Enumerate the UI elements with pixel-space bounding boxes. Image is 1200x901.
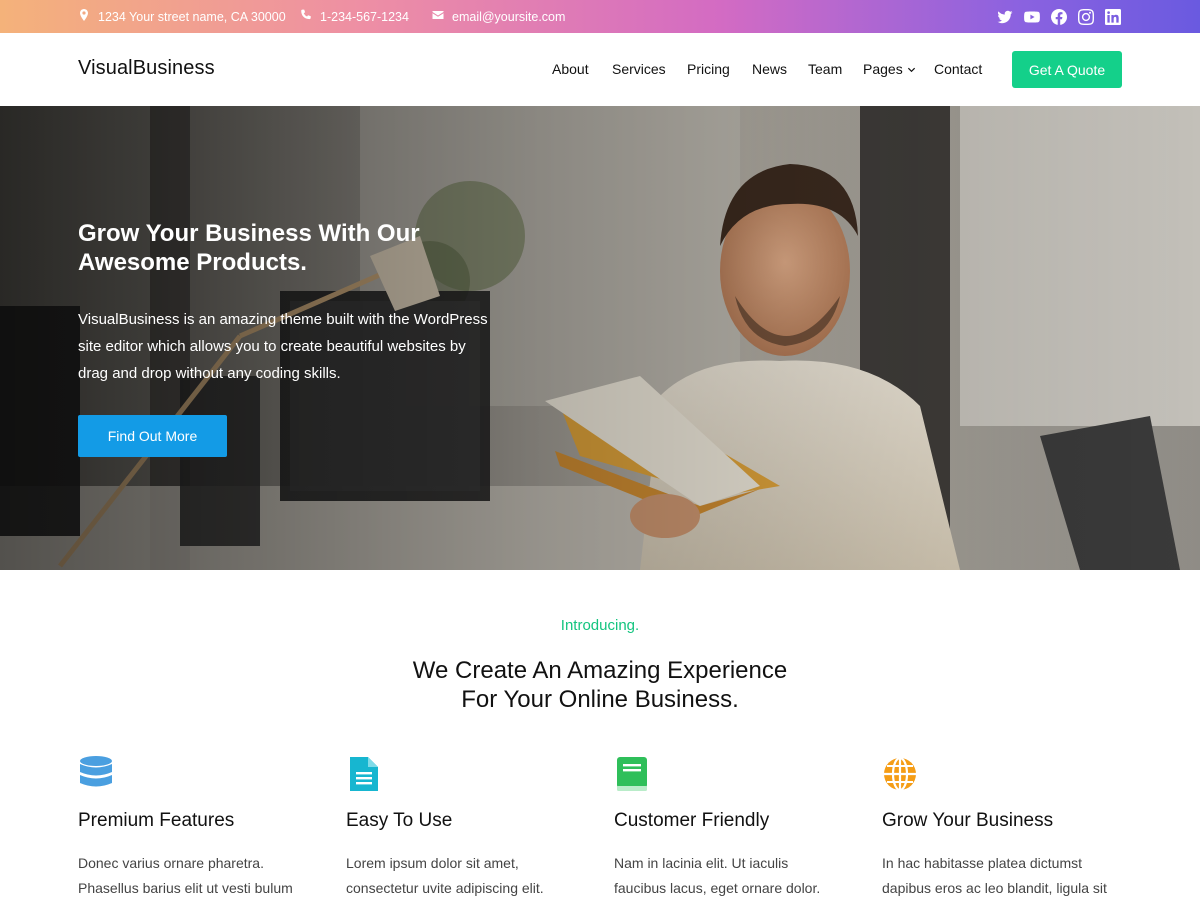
top-bar: 1234 Your street name, CA 30000 1-234-56… bbox=[0, 0, 1200, 33]
hero-title-line1: Grow Your Business With Our bbox=[78, 220, 420, 247]
nav-pages-label: Pages bbox=[863, 61, 903, 77]
hero-section: Grow Your Business With Our Awesome Prod… bbox=[0, 106, 1200, 570]
feature-text-line1: In hac habitasse platea dictumst bbox=[882, 855, 1083, 871]
feature-text-line2: faucibus lacus, eget ornare dolor. bbox=[614, 880, 821, 896]
hero-title: Grow Your Business With Our Awesome Prod… bbox=[78, 219, 498, 277]
intro-title: We Create An Amazing Experience For Your… bbox=[0, 656, 1200, 714]
intro-title-line1: We Create An Amazing Experience bbox=[412, 657, 788, 684]
nav-contact[interactable]: Contact bbox=[934, 61, 982, 77]
instagram-icon[interactable] bbox=[1078, 8, 1094, 25]
book-icon bbox=[614, 755, 650, 793]
feature-text-line2: dapibus eros ac leo blandit, ligula sit bbox=[882, 880, 1107, 896]
feature-title: Customer Friendly bbox=[614, 810, 770, 831]
nav-pages[interactable]: Pages bbox=[863, 61, 916, 77]
intro-title-line2: For Your Online Business. bbox=[461, 686, 739, 713]
feature-premium: Premium Features Donec varius ornare pha… bbox=[78, 755, 328, 896]
email-text[interactable]: email@yoursite.com bbox=[452, 10, 565, 24]
nav-team[interactable]: Team bbox=[808, 61, 842, 77]
feature-easy: Easy To Use Lorem ipsum dolor sit amet, … bbox=[346, 755, 596, 896]
feature-title: Premium Features bbox=[78, 810, 235, 831]
address-info: 1234 Your street name, CA 30000 bbox=[78, 0, 286, 33]
site-logo[interactable]: VisualBusiness bbox=[78, 57, 215, 80]
feature-text-line2: Phasellus barius elit ut vesti bulum bbox=[78, 880, 293, 896]
hero-title-line2: Awesome Products. bbox=[78, 249, 307, 276]
hero-description: VisualBusiness is an amazing theme built… bbox=[78, 306, 518, 387]
chevron-down-icon bbox=[907, 61, 916, 77]
facebook-icon[interactable] bbox=[1051, 8, 1067, 25]
feature-text: Lorem ipsum dolor sit amet, consectetur … bbox=[346, 851, 596, 901]
get-quote-button[interactable]: Get A Quote bbox=[1012, 51, 1122, 88]
document-icon bbox=[346, 755, 382, 793]
address-text: 1234 Your street name, CA 30000 bbox=[98, 9, 286, 24]
feature-text: In hac habitasse platea dictumst dapibus… bbox=[882, 851, 1132, 901]
site-header: VisualBusiness About Services Pricing Ne… bbox=[0, 33, 1200, 106]
envelope-icon bbox=[432, 9, 444, 24]
feature-title: Grow Your Business bbox=[882, 810, 1054, 831]
database-icon bbox=[78, 755, 114, 793]
map-pin-icon bbox=[78, 9, 90, 24]
phone-text[interactable]: 1-234-567-1234 bbox=[320, 10, 409, 24]
linkedin-icon[interactable] bbox=[1105, 8, 1121, 25]
feature-title: Easy To Use bbox=[346, 810, 453, 831]
feature-grow: Grow Your Business In hac habitasse plat… bbox=[882, 755, 1132, 896]
nav-news[interactable]: News bbox=[752, 61, 787, 77]
feature-text: Donec varius ornare pharetra. Phasellus … bbox=[78, 851, 328, 901]
hero-text-line2: site editor which allows you to create b… bbox=[78, 338, 466, 355]
youtube-icon[interactable] bbox=[1024, 9, 1040, 25]
feature-text: Nam in lacinia elit. Ut iaculis faucibus… bbox=[614, 851, 864, 901]
twitter-icon[interactable] bbox=[997, 9, 1013, 25]
hero-text-line1: VisualBusiness is an amazing theme built… bbox=[78, 311, 488, 328]
feature-text-line1: Nam in lacinia elit. Ut iaculis bbox=[614, 855, 789, 871]
hero-text-line3: drag and drop without any coding skills. bbox=[78, 365, 341, 382]
find-out-more-button[interactable]: Find Out More bbox=[78, 415, 227, 457]
intro-eyebrow: Introducing. bbox=[560, 617, 640, 634]
email-info[interactable]: email@yoursite.com bbox=[432, 0, 565, 33]
globe-icon bbox=[882, 755, 918, 793]
feature-text-line1: Donec varius ornare pharetra. bbox=[78, 855, 264, 871]
nav-pricing[interactable]: Pricing bbox=[687, 61, 730, 77]
feature-customer: Customer Friendly Nam in lacinia elit. U… bbox=[614, 755, 864, 896]
phone-info[interactable]: 1-234-567-1234 bbox=[300, 0, 409, 33]
nav-about[interactable]: About bbox=[552, 61, 589, 77]
nav-services[interactable]: Services bbox=[612, 61, 666, 77]
social-links bbox=[997, 0, 1121, 33]
feature-text-line1: Lorem ipsum dolor sit amet, bbox=[346, 855, 519, 871]
feature-text-line2: consectetur uvite adipiscing elit. bbox=[346, 880, 544, 896]
phone-icon bbox=[300, 9, 312, 24]
